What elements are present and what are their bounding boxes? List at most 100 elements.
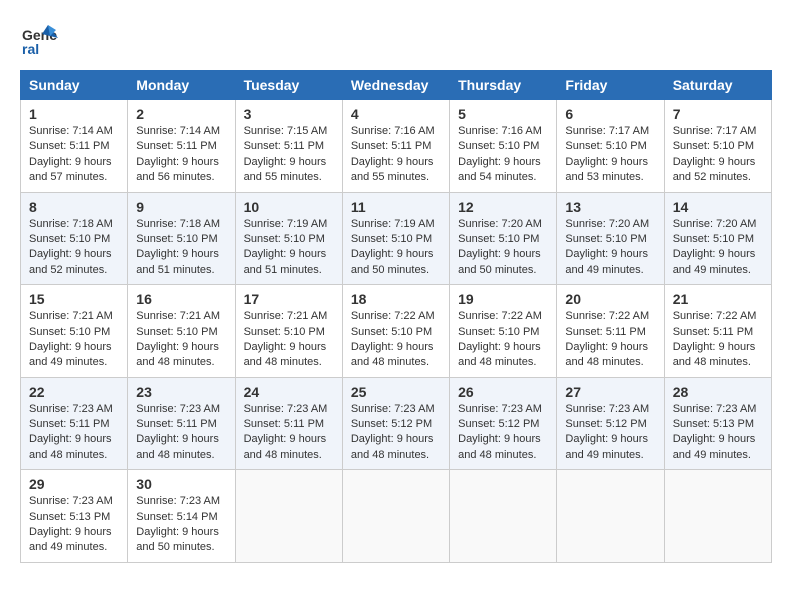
day-number: 24 bbox=[244, 384, 334, 400]
day-info: Sunrise: 7:21 AMSunset: 5:10 PMDaylight:… bbox=[244, 310, 328, 368]
day-info: Sunrise: 7:22 AMSunset: 5:11 PMDaylight:… bbox=[673, 310, 757, 368]
day-info: Sunrise: 7:17 AMSunset: 5:10 PMDaylight:… bbox=[673, 125, 757, 183]
calendar-cell: 24 Sunrise: 7:23 AMSunset: 5:11 PMDaylig… bbox=[235, 377, 342, 470]
calendar-cell: 17 Sunrise: 7:21 AMSunset: 5:10 PMDaylig… bbox=[235, 285, 342, 378]
calendar-cell: 29 Sunrise: 7:23 AMSunset: 5:13 PMDaylig… bbox=[21, 470, 128, 563]
day-number: 29 bbox=[29, 476, 119, 492]
day-info: Sunrise: 7:21 AMSunset: 5:10 PMDaylight:… bbox=[136, 310, 220, 368]
calendar-cell: 21 Sunrise: 7:22 AMSunset: 5:11 PMDaylig… bbox=[664, 285, 771, 378]
calendar-cell bbox=[450, 470, 557, 563]
day-info: Sunrise: 7:18 AMSunset: 5:10 PMDaylight:… bbox=[29, 218, 113, 276]
day-info: Sunrise: 7:20 AMSunset: 5:10 PMDaylight:… bbox=[458, 218, 542, 276]
day-number: 19 bbox=[458, 291, 548, 307]
day-number: 17 bbox=[244, 291, 334, 307]
calendar-week-2: 8 Sunrise: 7:18 AMSunset: 5:10 PMDayligh… bbox=[21, 192, 772, 285]
day-info: Sunrise: 7:22 AMSunset: 5:11 PMDaylight:… bbox=[565, 310, 649, 368]
day-info: Sunrise: 7:23 AMSunset: 5:13 PMDaylight:… bbox=[673, 403, 757, 461]
calendar-cell: 1 Sunrise: 7:14 AMSunset: 5:11 PMDayligh… bbox=[21, 100, 128, 193]
day-info: Sunrise: 7:17 AMSunset: 5:10 PMDaylight:… bbox=[565, 125, 649, 183]
calendar-header-sunday: Sunday bbox=[21, 71, 128, 100]
day-info: Sunrise: 7:19 AMSunset: 5:10 PMDaylight:… bbox=[244, 218, 328, 276]
day-info: Sunrise: 7:23 AMSunset: 5:12 PMDaylight:… bbox=[458, 403, 542, 461]
day-info: Sunrise: 7:23 AMSunset: 5:13 PMDaylight:… bbox=[29, 495, 113, 553]
calendar-header-friday: Friday bbox=[557, 71, 664, 100]
day-number: 21 bbox=[673, 291, 763, 307]
calendar-header-row: SundayMondayTuesdayWednesdayThursdayFrid… bbox=[21, 71, 772, 100]
day-number: 15 bbox=[29, 291, 119, 307]
logo: Gene ral bbox=[20, 20, 64, 60]
day-number: 20 bbox=[565, 291, 655, 307]
calendar-cell: 15 Sunrise: 7:21 AMSunset: 5:10 PMDaylig… bbox=[21, 285, 128, 378]
calendar-cell: 14 Sunrise: 7:20 AMSunset: 5:10 PMDaylig… bbox=[664, 192, 771, 285]
day-number: 25 bbox=[351, 384, 441, 400]
day-info: Sunrise: 7:23 AMSunset: 5:11 PMDaylight:… bbox=[136, 403, 220, 461]
logo-icon: Gene ral bbox=[20, 20, 60, 60]
day-number: 22 bbox=[29, 384, 119, 400]
day-info: Sunrise: 7:23 AMSunset: 5:12 PMDaylight:… bbox=[565, 403, 649, 461]
calendar-cell: 30 Sunrise: 7:23 AMSunset: 5:14 PMDaylig… bbox=[128, 470, 235, 563]
day-number: 12 bbox=[458, 199, 548, 215]
calendar-cell bbox=[235, 470, 342, 563]
day-info: Sunrise: 7:18 AMSunset: 5:10 PMDaylight:… bbox=[136, 218, 220, 276]
calendar-header-monday: Monday bbox=[128, 71, 235, 100]
calendar-cell: 18 Sunrise: 7:22 AMSunset: 5:10 PMDaylig… bbox=[342, 285, 449, 378]
day-info: Sunrise: 7:16 AMSunset: 5:10 PMDaylight:… bbox=[458, 125, 542, 183]
calendar-cell: 13 Sunrise: 7:20 AMSunset: 5:10 PMDaylig… bbox=[557, 192, 664, 285]
day-number: 30 bbox=[136, 476, 226, 492]
header: Gene ral bbox=[20, 20, 772, 60]
calendar-cell: 3 Sunrise: 7:15 AMSunset: 5:11 PMDayligh… bbox=[235, 100, 342, 193]
calendar-header-thursday: Thursday bbox=[450, 71, 557, 100]
day-number: 27 bbox=[565, 384, 655, 400]
calendar-cell: 8 Sunrise: 7:18 AMSunset: 5:10 PMDayligh… bbox=[21, 192, 128, 285]
day-number: 11 bbox=[351, 199, 441, 215]
calendar-cell: 25 Sunrise: 7:23 AMSunset: 5:12 PMDaylig… bbox=[342, 377, 449, 470]
day-info: Sunrise: 7:16 AMSunset: 5:11 PMDaylight:… bbox=[351, 125, 435, 183]
calendar-header-tuesday: Tuesday bbox=[235, 71, 342, 100]
day-info: Sunrise: 7:23 AMSunset: 5:11 PMDaylight:… bbox=[244, 403, 328, 461]
day-info: Sunrise: 7:23 AMSunset: 5:11 PMDaylight:… bbox=[29, 403, 113, 461]
day-info: Sunrise: 7:22 AMSunset: 5:10 PMDaylight:… bbox=[351, 310, 435, 368]
calendar-cell: 5 Sunrise: 7:16 AMSunset: 5:10 PMDayligh… bbox=[450, 100, 557, 193]
day-info: Sunrise: 7:21 AMSunset: 5:10 PMDaylight:… bbox=[29, 310, 113, 368]
day-number: 18 bbox=[351, 291, 441, 307]
calendar-cell: 27 Sunrise: 7:23 AMSunset: 5:12 PMDaylig… bbox=[557, 377, 664, 470]
day-info: Sunrise: 7:14 AMSunset: 5:11 PMDaylight:… bbox=[136, 125, 220, 183]
day-number: 6 bbox=[565, 106, 655, 122]
day-number: 28 bbox=[673, 384, 763, 400]
calendar-cell: 26 Sunrise: 7:23 AMSunset: 5:12 PMDaylig… bbox=[450, 377, 557, 470]
calendar-cell: 10 Sunrise: 7:19 AMSunset: 5:10 PMDaylig… bbox=[235, 192, 342, 285]
day-number: 10 bbox=[244, 199, 334, 215]
calendar-cell: 23 Sunrise: 7:23 AMSunset: 5:11 PMDaylig… bbox=[128, 377, 235, 470]
calendar-cell: 19 Sunrise: 7:22 AMSunset: 5:10 PMDaylig… bbox=[450, 285, 557, 378]
calendar-cell bbox=[664, 470, 771, 563]
day-number: 8 bbox=[29, 199, 119, 215]
day-number: 16 bbox=[136, 291, 226, 307]
calendar-cell: 6 Sunrise: 7:17 AMSunset: 5:10 PMDayligh… bbox=[557, 100, 664, 193]
day-info: Sunrise: 7:23 AMSunset: 5:14 PMDaylight:… bbox=[136, 495, 220, 553]
calendar-cell: 2 Sunrise: 7:14 AMSunset: 5:11 PMDayligh… bbox=[128, 100, 235, 193]
calendar-cell: 12 Sunrise: 7:20 AMSunset: 5:10 PMDaylig… bbox=[450, 192, 557, 285]
day-number: 4 bbox=[351, 106, 441, 122]
calendar-cell: 9 Sunrise: 7:18 AMSunset: 5:10 PMDayligh… bbox=[128, 192, 235, 285]
calendar-week-3: 15 Sunrise: 7:21 AMSunset: 5:10 PMDaylig… bbox=[21, 285, 772, 378]
calendar-week-5: 29 Sunrise: 7:23 AMSunset: 5:13 PMDaylig… bbox=[21, 470, 772, 563]
calendar-cell: 4 Sunrise: 7:16 AMSunset: 5:11 PMDayligh… bbox=[342, 100, 449, 193]
day-info: Sunrise: 7:23 AMSunset: 5:12 PMDaylight:… bbox=[351, 403, 435, 461]
day-number: 1 bbox=[29, 106, 119, 122]
calendar-cell bbox=[557, 470, 664, 563]
calendar-week-1: 1 Sunrise: 7:14 AMSunset: 5:11 PMDayligh… bbox=[21, 100, 772, 193]
calendar-cell: 11 Sunrise: 7:19 AMSunset: 5:10 PMDaylig… bbox=[342, 192, 449, 285]
calendar-cell: 7 Sunrise: 7:17 AMSunset: 5:10 PMDayligh… bbox=[664, 100, 771, 193]
day-number: 3 bbox=[244, 106, 334, 122]
calendar-header-saturday: Saturday bbox=[664, 71, 771, 100]
day-info: Sunrise: 7:15 AMSunset: 5:11 PMDaylight:… bbox=[244, 125, 328, 183]
calendar-cell: 28 Sunrise: 7:23 AMSunset: 5:13 PMDaylig… bbox=[664, 377, 771, 470]
day-number: 23 bbox=[136, 384, 226, 400]
calendar-cell bbox=[342, 470, 449, 563]
day-number: 7 bbox=[673, 106, 763, 122]
day-number: 14 bbox=[673, 199, 763, 215]
day-info: Sunrise: 7:14 AMSunset: 5:11 PMDaylight:… bbox=[29, 125, 113, 183]
day-info: Sunrise: 7:20 AMSunset: 5:10 PMDaylight:… bbox=[673, 218, 757, 276]
calendar-header-wednesday: Wednesday bbox=[342, 71, 449, 100]
day-number: 26 bbox=[458, 384, 548, 400]
